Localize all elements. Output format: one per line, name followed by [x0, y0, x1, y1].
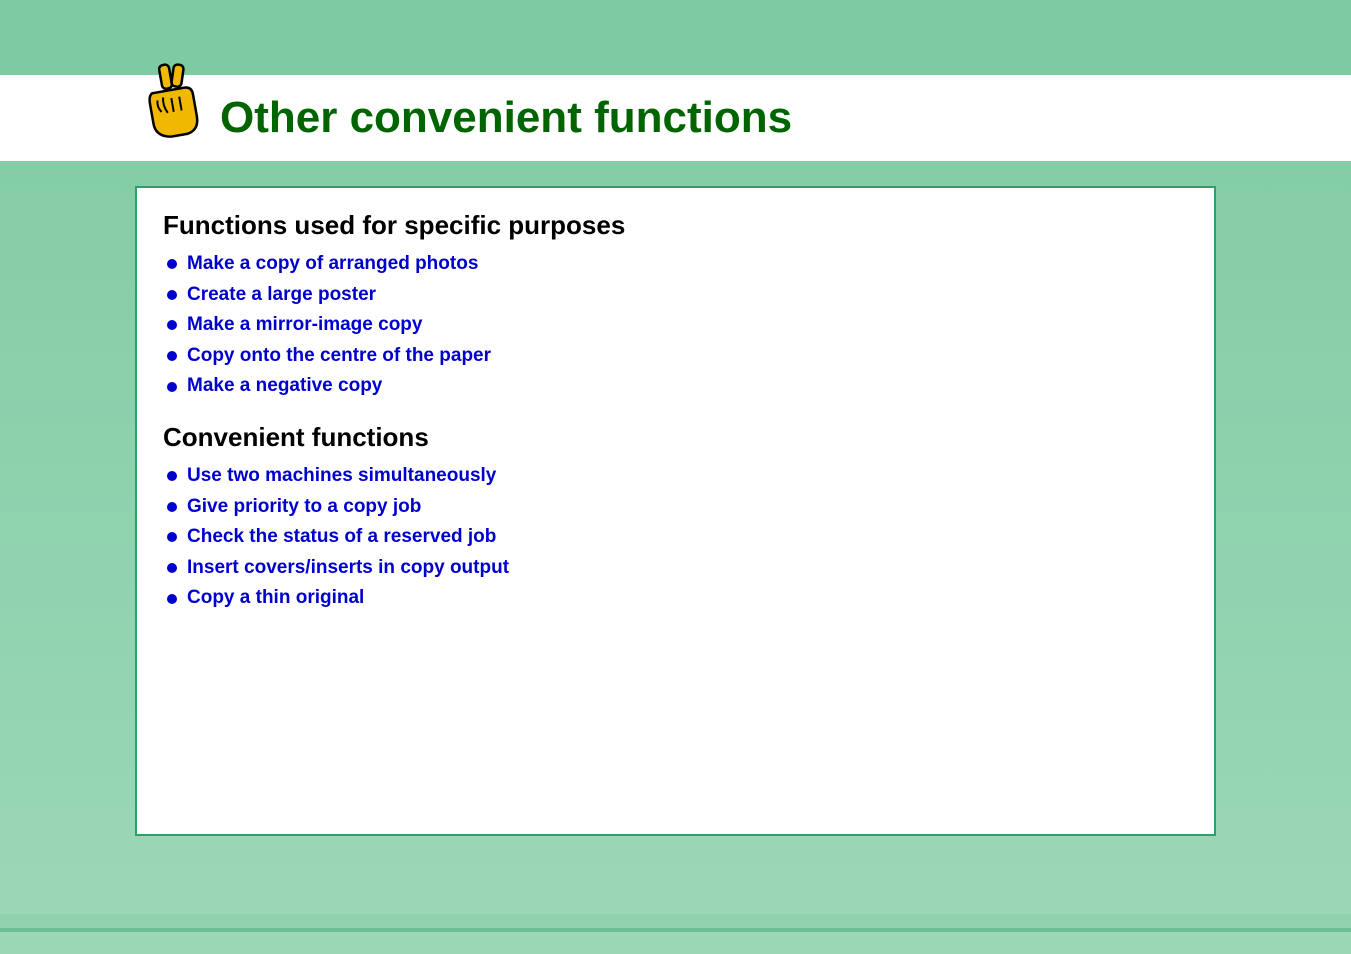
content-box: Functions used for specific purposes Mak…: [135, 186, 1216, 836]
list-item: Use two machines simultaneously: [167, 463, 1188, 490]
link-negative-copy[interactable]: Make a negative copy: [187, 373, 382, 400]
list-item: Insert covers/inserts in copy output: [167, 555, 1188, 582]
bullet-icon: [167, 563, 177, 573]
bullet-icon: [167, 594, 177, 604]
list-item: Copy onto the centre of the paper: [167, 343, 1188, 370]
link-covers-inserts[interactable]: Insert covers/inserts in copy output: [187, 555, 509, 582]
link-centre-paper[interactable]: Copy onto the centre of the paper: [187, 343, 491, 370]
link-two-machines[interactable]: Use two machines simultaneously: [187, 463, 496, 490]
page-title: Other convenient functions: [220, 93, 792, 143]
bullet-icon: [167, 532, 177, 542]
link-list-specific: Make a copy of arranged photos Create a …: [163, 251, 1188, 400]
bullet-icon: [167, 382, 177, 392]
list-item: Make a negative copy: [167, 373, 1188, 400]
list-item: Make a copy of arranged photos: [167, 251, 1188, 278]
link-large-poster[interactable]: Create a large poster: [187, 282, 376, 309]
footer-strip: [0, 914, 1351, 954]
link-arranged-photos[interactable]: Make a copy of arranged photos: [187, 251, 478, 278]
list-item: Make a mirror-image copy: [167, 312, 1188, 339]
section-heading-specific: Functions used for specific purposes: [163, 210, 1188, 241]
bullet-icon: [167, 351, 177, 361]
bullet-icon: [167, 471, 177, 481]
content-wrapper: Functions used for specific purposes Mak…: [0, 161, 1351, 836]
bullet-icon: [167, 320, 177, 330]
list-item: Create a large poster: [167, 282, 1188, 309]
list-item: Give priority to a copy job: [167, 494, 1188, 521]
section-heading-convenient: Convenient functions: [163, 422, 1188, 453]
hand-peace-icon: [140, 62, 204, 142]
link-list-convenient: Use two machines simultaneously Give pri…: [163, 463, 1188, 612]
list-item: Copy a thin original: [167, 585, 1188, 612]
link-priority-job[interactable]: Give priority to a copy job: [187, 494, 421, 521]
bullet-icon: [167, 259, 177, 269]
link-thin-original[interactable]: Copy a thin original: [187, 585, 364, 612]
link-mirror-image[interactable]: Make a mirror-image copy: [187, 312, 422, 339]
bullet-icon: [167, 502, 177, 512]
list-item: Check the status of a reserved job: [167, 524, 1188, 551]
link-check-status[interactable]: Check the status of a reserved job: [187, 524, 496, 551]
bullet-icon: [167, 290, 177, 300]
